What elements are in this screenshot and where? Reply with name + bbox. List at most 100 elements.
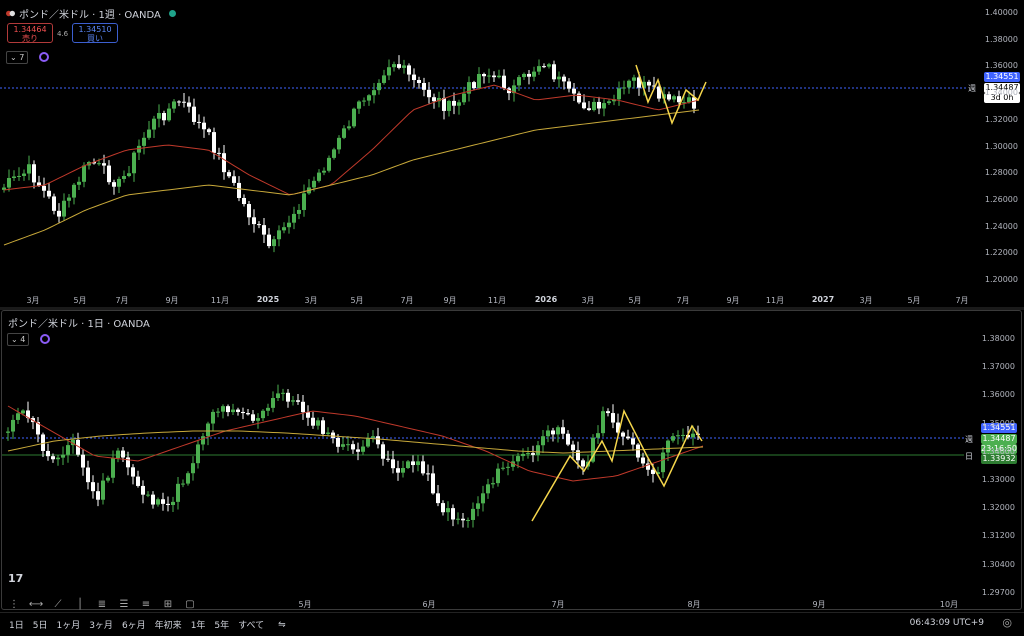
candle-body: [322, 170, 326, 173]
price-tick: 1.37000: [981, 362, 1015, 372]
time-tick: 9月: [726, 296, 740, 305]
fib-icon[interactable]: ≣: [94, 599, 110, 610]
tf-1y[interactable]: 1年: [191, 618, 206, 631]
candle-body: [327, 157, 331, 171]
candle-body: [527, 73, 531, 77]
candle-body: [417, 80, 421, 83]
time-tick: 11月: [487, 296, 507, 305]
candle-body: [77, 181, 81, 185]
candle-body: [111, 458, 115, 478]
candle-body: [592, 101, 596, 111]
candle-body: [182, 101, 186, 103]
candle-body: [576, 450, 580, 461]
price-tick: 1.29700: [981, 587, 1015, 597]
candle-body: [681, 434, 685, 436]
price-tick: 1.24000: [984, 221, 1018, 231]
tradingview-logo-icon[interactable]: 17: [8, 572, 23, 585]
fib-extension-icon[interactable]: ☰: [116, 599, 132, 610]
candle-body: [537, 66, 541, 72]
sell-button[interactable]: 1.34464 売り: [7, 23, 53, 43]
tf-all[interactable]: すべて: [238, 618, 264, 631]
day-tag-daily: 日: [965, 452, 973, 461]
candle-body: [402, 65, 406, 68]
candle-body: [431, 473, 435, 494]
candle-body: [596, 433, 600, 438]
candle-body: [97, 163, 101, 165]
time-tick: 7月: [676, 296, 690, 305]
grid-icon[interactable]: ⊞: [160, 599, 176, 610]
candle-body: [371, 436, 375, 438]
tf-1d[interactable]: 1日: [9, 618, 24, 631]
candle-body: [391, 459, 395, 469]
candle-body: [572, 88, 576, 94]
candle-body: [491, 483, 495, 485]
candle-body: [232, 176, 236, 183]
time-tick: 7月: [551, 600, 565, 609]
candle-body: [96, 491, 100, 500]
candle-body: [536, 445, 540, 455]
trend-line-icon[interactable]: ⟋: [50, 599, 66, 610]
candle-body: [121, 450, 125, 458]
candle-body: [691, 433, 695, 438]
candle-body: [492, 75, 496, 78]
candle-body: [276, 393, 280, 399]
candle-body: [107, 165, 111, 183]
candle-body: [526, 453, 530, 455]
tf-1m[interactable]: 1ヶ月: [56, 618, 80, 631]
indicators-toggle[interactable]: ⌄ 7: [6, 51, 29, 64]
candle-body: [187, 102, 191, 107]
candle-body: [52, 196, 56, 211]
buy-button[interactable]: 1.34510 買い: [72, 23, 118, 43]
candle-body: [506, 466, 510, 468]
indicators-toggle-daily[interactable]: ⌄ 4: [7, 333, 30, 346]
candle-body: [266, 407, 270, 411]
indicator-count-daily: 4: [20, 335, 26, 344]
price-tick: 1.38000: [981, 334, 1015, 343]
price-tick: 1.32000: [981, 503, 1015, 513]
vertical-line-icon[interactable]: │: [72, 599, 88, 610]
tf-ytd[interactable]: 年初来: [155, 618, 182, 631]
indicator-count: 7: [19, 53, 25, 62]
candle-body: [316, 420, 320, 426]
tf-5y[interactable]: 5年: [214, 618, 229, 631]
candle-body: [566, 433, 570, 445]
settings-gear-icon[interactable]: ◎: [1002, 616, 1012, 629]
candle-body: [216, 411, 220, 413]
price-tick: 1.30400: [981, 559, 1015, 569]
timeframe-bar: 1日 5日 1ヶ月 3ヶ月 6ヶ月 年初来 1年 5年 すべて ⇋: [0, 612, 1024, 636]
horizontal-line-icon[interactable]: ⟷: [28, 599, 44, 610]
candle-body: [412, 74, 416, 81]
candle-body: [531, 453, 535, 455]
candle-body: [501, 467, 505, 469]
candle-body: [436, 493, 440, 504]
candle-body: [416, 461, 420, 466]
candle-body: [137, 145, 141, 153]
candle-body: [12, 176, 16, 178]
drag-handle-icon[interactable]: ⋮: [6, 599, 22, 610]
candle-body: [252, 217, 256, 225]
candle-body: [131, 467, 135, 477]
pitchfork-icon[interactable]: ≡: [138, 599, 154, 610]
tf-3m[interactable]: 3ヶ月: [89, 618, 113, 631]
candle-body: [562, 76, 566, 82]
tf-5d[interactable]: 5日: [33, 618, 48, 631]
candle-body: [522, 73, 526, 78]
candle-body: [251, 414, 255, 421]
candle-body: [217, 152, 221, 154]
daily-chart-pane[interactable]: ポンド／米ドル · 1日 · OANDA ⌄ 4 1.34551 週 1.344…: [1, 310, 1022, 610]
sync-icon-daily[interactable]: [40, 334, 50, 344]
candle-body: [546, 430, 550, 437]
rect-icon[interactable]: ▢: [182, 599, 198, 610]
candle-body: [301, 401, 305, 413]
time-tick: 5月: [350, 296, 364, 305]
candle-body: [401, 467, 405, 473]
date-range-icon[interactable]: ⇋: [278, 620, 286, 630]
candle-body: [557, 76, 561, 80]
time-tick: 7月: [955, 296, 969, 305]
tf-6m[interactable]: 6ヶ月: [122, 618, 146, 631]
sync-icon[interactable]: [39, 52, 49, 62]
daily-chart-canvas[interactable]: [2, 311, 964, 611]
weekly-chart-pane[interactable]: ポンド／米ドル · 1週 · OANDA 1.34464 売り 4.6 1.34…: [0, 0, 1024, 308]
price-tick: 1.20000: [984, 275, 1018, 284]
weekly-chart-canvas[interactable]: [0, 0, 966, 308]
